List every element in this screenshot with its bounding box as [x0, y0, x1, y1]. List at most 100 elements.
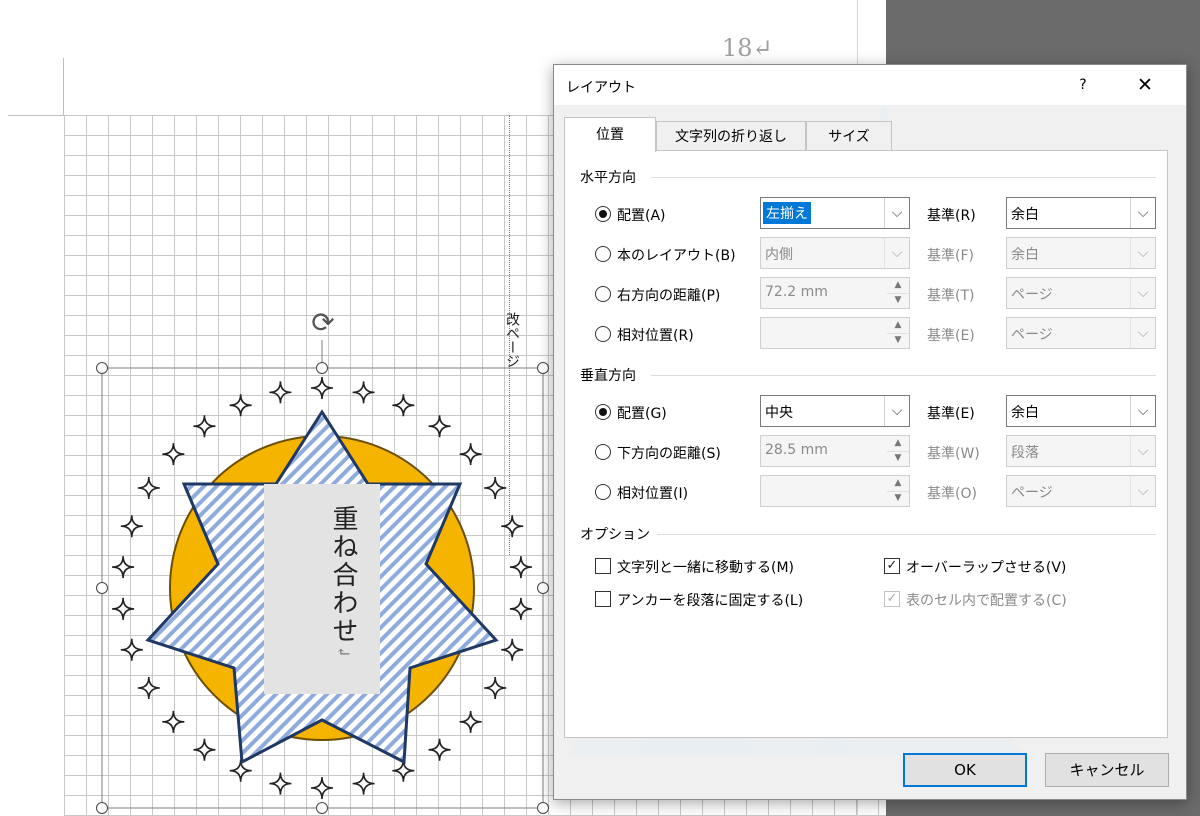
paragraph-mark: ↲	[334, 645, 353, 661]
radio-label: 相対位置(I)	[617, 486, 689, 502]
sparkle-shape	[352, 381, 375, 404]
sparkle-shape	[137, 476, 160, 500]
spin-up-icon[interactable]: ▲	[887, 436, 909, 452]
resize-handle-top-left[interactable]	[96, 362, 108, 374]
help-button[interactable]: ?	[1068, 71, 1098, 99]
checkbox-box[interactable]	[595, 591, 611, 607]
chevron-down-icon[interactable]: ⌵	[1130, 436, 1155, 466]
tab-position[interactable]: 位置	[564, 117, 656, 152]
resize-handle-bottom-right[interactable]	[537, 802, 549, 814]
chevron-down-icon[interactable]: ⌵	[884, 238, 909, 268]
chevron-down-icon[interactable]: ⌵	[884, 198, 909, 228]
select-value: 余白	[1011, 207, 1039, 223]
vertical-absolute-ref-select[interactable]: 段落 ⌵	[1006, 435, 1156, 467]
horizontal-alignment-select[interactable]: 左揃え ⌵	[760, 197, 910, 229]
cancel-button[interactable]: キャンセル	[1045, 753, 1169, 787]
section-divider	[651, 177, 1156, 178]
resize-handle-top-right[interactable]	[537, 362, 549, 374]
spin-up-icon[interactable]: ▲	[887, 318, 909, 334]
layout-dialog: レイアウト ? ✕ 位置 文字列の折り返し サイズ 水平方向 配置(A) 左揃え…	[553, 64, 1187, 800]
sparkle-shape	[484, 676, 507, 700]
select-value: 左揃え	[763, 202, 811, 224]
horizontal-relative-spinner[interactable]: ▲ ▼	[760, 317, 910, 349]
vertical-absolute-spinner[interactable]: 28.5 mm ▲ ▼	[760, 435, 910, 467]
close-button[interactable]: ✕	[1128, 71, 1162, 99]
radio-label: 配置(G)	[617, 406, 667, 422]
chevron-down-icon[interactable]: ⌵	[884, 396, 909, 426]
resize-handle-bottom-left[interactable]	[96, 802, 108, 814]
spin-up-icon[interactable]: ▲	[887, 476, 909, 492]
resize-handle-left[interactable]	[96, 582, 108, 594]
sparkle-shape	[501, 638, 524, 661]
checkbox-box[interactable]	[595, 558, 611, 574]
horizontal-alignment-ref-select[interactable]: 余白 ⌵	[1006, 197, 1156, 229]
horizontal-absolute-ref-select[interactable]: ページ ⌵	[1006, 277, 1156, 309]
horizontal-relative-ref-select[interactable]: ページ ⌵	[1006, 317, 1156, 349]
select-value: 余白	[1011, 405, 1039, 421]
checkbox-label: 表のセル内で配置する(C)	[906, 593, 1067, 609]
chevron-down-icon[interactable]: ⌵	[1130, 238, 1155, 268]
vertical-relative-spinner[interactable]: ▲ ▼	[760, 475, 910, 507]
sparkle-shape	[229, 394, 252, 417]
horizontal-absolute-ref-label: 基準(T)	[927, 288, 975, 304]
spin-down-icon[interactable]: ▼	[887, 491, 909, 506]
sparkle-shape	[120, 638, 143, 661]
spin-down-icon[interactable]: ▼	[887, 333, 909, 348]
sparkle-shape	[428, 415, 451, 438]
spin-up-icon[interactable]: ▲	[887, 278, 909, 294]
horizontal-absolute-spinner[interactable]: 72.2 mm ▲ ▼	[760, 277, 910, 309]
shape-text-content: 重ね合わせ	[328, 505, 358, 645]
radio-label: 相対位置(R)	[617, 328, 694, 344]
spinner-value: 28.5 mm	[765, 442, 828, 458]
sparkle-shape	[459, 443, 482, 466]
radio-button-checked[interactable]	[595, 206, 611, 222]
section-title-vertical: 垂直方向	[580, 368, 636, 384]
select-value: 中央	[765, 405, 793, 421]
sparkle-shape	[428, 738, 451, 761]
spin-down-icon[interactable]: ▼	[887, 451, 909, 466]
dialog-titlebar[interactable]: レイアウト ? ✕	[554, 65, 1186, 105]
resize-handle-bottom[interactable]	[316, 802, 328, 814]
radio-button[interactable]	[595, 444, 611, 460]
section-divider	[651, 375, 1156, 376]
select-value: 段落	[1011, 445, 1039, 461]
sparkle-shape	[310, 376, 334, 400]
vertical-alignment-ref-select[interactable]: 余白 ⌵	[1006, 395, 1156, 427]
resize-handle-top[interactable]	[316, 362, 328, 374]
check-icon[interactable]: ✓	[884, 591, 900, 607]
select-value: ページ	[1011, 485, 1053, 501]
tab-size[interactable]: サイズ	[806, 121, 892, 151]
radio-button[interactable]	[595, 484, 611, 500]
vertical-alignment-ref-label: 基準(E)	[927, 406, 975, 422]
ok-button[interactable]: OK	[903, 753, 1027, 787]
radio-button-checked[interactable]	[595, 404, 611, 420]
book-layout-ref-label: 基準(F)	[927, 248, 974, 264]
chevron-down-icon[interactable]: ⌵	[1130, 278, 1155, 308]
chevron-down-icon[interactable]: ⌵	[1130, 396, 1155, 426]
chevron-down-icon[interactable]: ⌵	[1130, 476, 1155, 506]
radio-button[interactable]	[595, 326, 611, 342]
radio-button[interactable]	[595, 286, 611, 302]
book-layout-select[interactable]: 内側 ⌵	[760, 237, 910, 269]
resize-handle-right[interactable]	[537, 582, 549, 594]
spin-down-icon[interactable]: ▼	[887, 293, 909, 308]
vertical-relative-ref-label: 基準(O)	[927, 486, 977, 502]
book-layout-ref-select[interactable]: 余白 ⌵	[1006, 237, 1156, 269]
select-value: 余白	[1011, 247, 1039, 263]
rotate-handle-icon[interactable]: ⟳	[306, 306, 340, 340]
vertical-alignment-select[interactable]: 中央 ⌵	[760, 395, 910, 427]
radio-button[interactable]	[595, 246, 611, 262]
vertical-relative-ref-select[interactable]: ページ ⌵	[1006, 475, 1156, 507]
sparkle-shape	[392, 394, 415, 417]
tab-text-wrapping[interactable]: 文字列の折り返し	[656, 121, 806, 151]
radio-label: 下方向の距離(S)	[617, 446, 721, 462]
checkbox-label: 文字列と一緒に移動する(M)	[617, 560, 795, 576]
check-icon[interactable]: ✓	[884, 558, 900, 574]
chevron-down-icon[interactable]: ⌵	[1130, 198, 1155, 228]
sparkle-shape	[310, 776, 334, 800]
radio-label: 本のレイアウト(B)	[617, 248, 736, 264]
shape-text[interactable]: 重ね合わせ↲	[288, 505, 358, 660]
sparkle-shape	[162, 710, 185, 733]
chevron-down-icon[interactable]: ⌵	[1130, 318, 1155, 348]
sparkle-shape	[459, 710, 482, 733]
